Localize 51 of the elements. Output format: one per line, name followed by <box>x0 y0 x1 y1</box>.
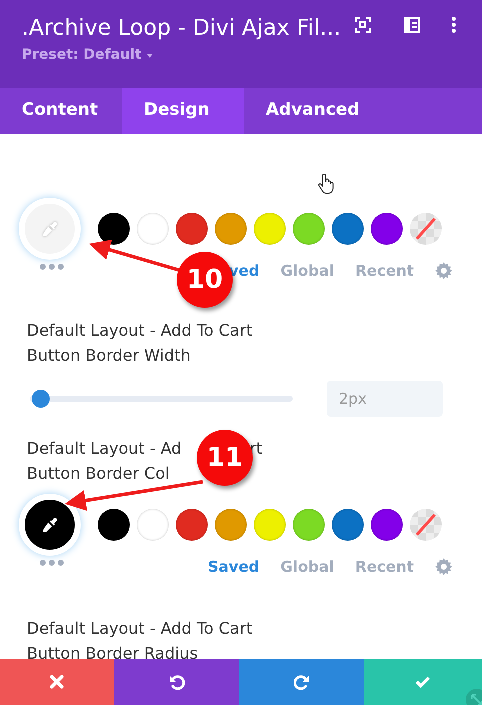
setting-label: Default Layout - Add To Cart <box>27 618 253 640</box>
color-swatch[interactable] <box>332 213 364 245</box>
color-swatch[interactable] <box>98 213 130 245</box>
settings-icon[interactable] <box>435 558 454 576</box>
preset-dropdown[interactable]: Preset: Default <box>22 45 154 66</box>
palette-tab[interactable]: Recent <box>355 260 414 282</box>
slider-thumb[interactable] <box>32 390 50 408</box>
color-swatch[interactable] <box>137 213 169 245</box>
more-icon[interactable] <box>40 264 64 270</box>
hand-cursor-icon <box>318 174 334 194</box>
color-swatch[interactable] <box>176 509 208 541</box>
no-color-swatch[interactable] <box>410 213 442 245</box>
color-swatch[interactable] <box>371 509 403 541</box>
value-field[interactable]: 2px <box>327 381 443 417</box>
color-swatch[interactable] <box>332 509 364 541</box>
color-swatch[interactable] <box>254 509 286 541</box>
close-icon <box>49 674 65 690</box>
color-swatch[interactable] <box>137 509 169 541</box>
color-swatch[interactable] <box>176 213 208 245</box>
no-color-swatch[interactable] <box>410 509 442 541</box>
more-icon[interactable] <box>40 560 64 566</box>
eyedropper-icon <box>41 220 59 238</box>
tab[interactable]: Design <box>122 88 244 134</box>
fullscreen-icon[interactable] <box>355 17 371 33</box>
color-swatch[interactable] <box>293 509 325 541</box>
setting-label: Default Layout - Ad <box>27 438 182 460</box>
palette-tab[interactable]: Recent <box>355 556 414 578</box>
color-swatch[interactable] <box>98 509 130 541</box>
setting-label: Button Border Col <box>27 463 170 485</box>
slider[interactable] <box>30 390 293 408</box>
cancel-button[interactable] <box>0 659 114 705</box>
color-swatch[interactable] <box>215 509 247 541</box>
checkmark-icon <box>415 674 431 690</box>
color-swatch[interactable] <box>293 213 325 245</box>
color-swatch[interactable] <box>215 213 247 245</box>
more-options-icon[interactable] <box>452 17 456 33</box>
palette-tab[interactable]: Global <box>280 260 334 282</box>
settings-icon[interactable] <box>435 262 454 280</box>
window-title: .Archive Loop - Divi Ajax Fil... <box>22 15 342 43</box>
palette-tab[interactable]: Saved <box>208 556 260 578</box>
undo-icon <box>168 674 184 690</box>
setting-label: Button Border Width <box>27 345 191 367</box>
setting-label: Default Layout - Add To Cart <box>27 320 253 342</box>
caret-icon <box>146 52 154 58</box>
eyedropper-icon <box>41 516 59 534</box>
color-swatch[interactable] <box>371 213 403 245</box>
palette-tab[interactable]: Global <box>280 556 334 578</box>
sidebar-layout-icon[interactable] <box>404 17 420 33</box>
setting-label: Button Border Radius <box>27 643 198 665</box>
color-swatch[interactable] <box>254 213 286 245</box>
redo-icon <box>294 674 310 690</box>
